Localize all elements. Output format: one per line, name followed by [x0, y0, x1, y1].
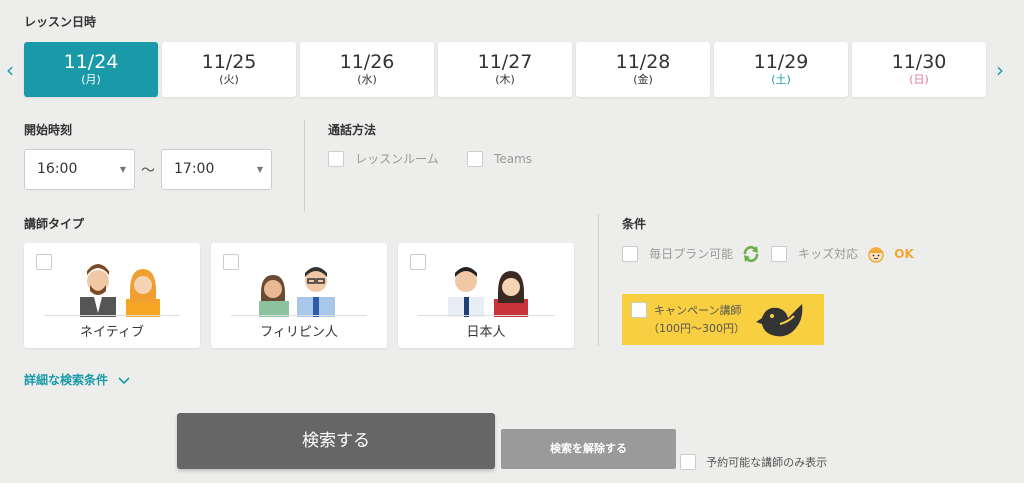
date-card-1130[interactable]: 11/30 (日) [852, 42, 986, 97]
divider [231, 315, 367, 316]
weekday-label: (日) [909, 73, 929, 86]
condition-daily-plan[interactable]: 毎日プラン可能 [622, 243, 760, 263]
call-option-teams[interactable]: Teams [467, 148, 532, 167]
detail-search-toggle[interactable]: 詳細な検索条件 [24, 371, 130, 388]
prev-week-arrow-icon[interactable]: ‹ [6, 60, 14, 80]
divider [598, 214, 599, 346]
checkbox[interactable] [36, 254, 52, 270]
filipino-teachers-illustration-icon [259, 267, 335, 317]
date-card-1129[interactable]: 11/29 (土) [714, 42, 848, 97]
campaign-teacher-option[interactable]: キャンペーン講師 （100円〜300円） [622, 294, 824, 345]
call-method-title: 通話方法 [328, 123, 377, 137]
checkbox[interactable] [328, 150, 344, 167]
date-card-1128[interactable]: 11/28 (金) [576, 42, 710, 97]
teacher-type-label: 日本人 [466, 325, 506, 340]
checkbox[interactable] [622, 245, 638, 262]
date-card-1126[interactable]: 11/26 (水) [300, 42, 434, 97]
bird-icon [756, 304, 803, 337]
call-option-label: レッスンルーム [355, 152, 439, 166]
caret-down-icon: ▼ [256, 165, 263, 174]
clear-search-button[interactable]: 検索を解除する [501, 429, 676, 469]
campaign-label: キャンペーン講師 [654, 304, 742, 317]
call-option-label: Teams [494, 152, 533, 166]
start-time-title: 開始時刻 [24, 123, 73, 137]
checkbox[interactable] [410, 254, 426, 270]
weekday-label: (火) [219, 73, 239, 86]
weekday-label: (土) [771, 73, 791, 86]
chevron-down-icon [118, 376, 130, 384]
checkbox[interactable] [467, 150, 483, 167]
checkbox[interactable] [771, 245, 787, 262]
refresh-icon [743, 245, 759, 262]
teacher-type-label: ネイティブ [80, 325, 144, 340]
start-time-to-select[interactable]: 17:00 ▼ [161, 149, 272, 190]
campaign-price-range: （100円〜300円） [648, 322, 745, 335]
teacher-type-label: フィリピン人 [260, 325, 338, 340]
condition-label: 毎日プラン可能 [649, 247, 734, 261]
condition-kids[interactable]: キッズ対応 OK [771, 243, 914, 263]
weekday-label: (木) [495, 73, 515, 86]
start-time-from-select[interactable]: 16:00 ▼ [24, 149, 135, 190]
search-button[interactable]: 検索する [177, 413, 495, 469]
start-time-from-value: 16:00 [37, 161, 78, 177]
date-label: 11/25 [201, 51, 257, 73]
date-label: 11/28 [615, 51, 671, 73]
teacher-type-native[interactable]: ネイティブ [24, 243, 200, 348]
date-card-1127[interactable]: 11/27 (木) [438, 42, 572, 97]
available-only-label: 予約可能な講師のみ表示 [706, 456, 828, 469]
detail-search-label: 詳細な検索条件 [24, 373, 109, 387]
weekday-label: (月) [81, 73, 101, 86]
kid-face-icon [868, 246, 884, 263]
checkbox[interactable] [680, 453, 696, 470]
date-label: 11/24 [63, 51, 119, 73]
japanese-teachers-illustration-icon [448, 267, 528, 317]
kids-ok-badge: OK [894, 247, 914, 261]
teacher-type-japanese[interactable]: 日本人 [398, 243, 574, 348]
conditions-title: 条件 [622, 217, 647, 231]
divider [304, 120, 305, 212]
available-only-option[interactable]: 予約可能な講師のみ表示 [680, 451, 827, 470]
date-card-1125[interactable]: 11/25 (火) [162, 42, 296, 97]
teacher-type-title: 講師タイプ [24, 217, 85, 231]
divider [44, 315, 180, 316]
time-range-separator: 〜 [141, 163, 155, 179]
date-label: 11/27 [477, 51, 533, 73]
call-option-lesson-room[interactable]: レッスンルーム [328, 148, 439, 167]
condition-label: キッズ対応 [798, 247, 859, 261]
next-week-arrow-icon[interactable]: › [996, 60, 1004, 80]
native-teachers-illustration-icon [80, 264, 160, 317]
date-label: 11/30 [891, 51, 947, 73]
teacher-type-filipino[interactable]: フィリピン人 [211, 243, 387, 348]
date-card-1124[interactable]: 11/24 (月) [24, 42, 158, 97]
divider [418, 315, 554, 316]
checkbox[interactable] [631, 302, 647, 318]
weekday-label: (水) [357, 73, 377, 86]
lesson-date-title: レッスン日時 [24, 15, 97, 29]
date-label: 11/29 [753, 51, 809, 73]
start-time-to-value: 17:00 [174, 161, 215, 177]
date-label: 11/26 [339, 51, 395, 73]
checkbox[interactable] [223, 254, 239, 270]
caret-down-icon: ▼ [119, 165, 126, 174]
weekday-label: (金) [633, 73, 653, 86]
